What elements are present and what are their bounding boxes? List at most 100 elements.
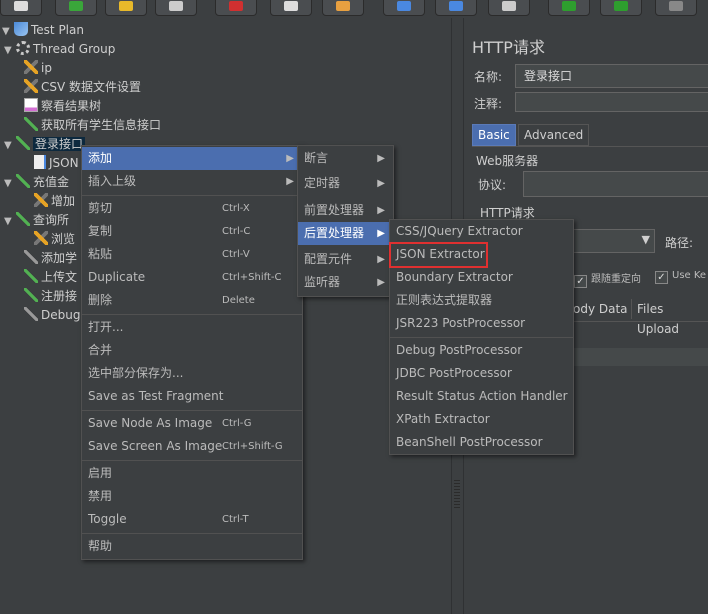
menu-item-enable[interactable]: 启用 bbox=[82, 462, 302, 485]
use-keepalive-checkbox[interactable]: ✓ Use Ke bbox=[655, 270, 706, 284]
path-label: 路径: bbox=[665, 236, 694, 250]
name-label: 名称: bbox=[474, 70, 503, 84]
menu-item-delete[interactable]: 删除 Delete bbox=[82, 289, 302, 312]
pipette-icon bbox=[24, 269, 38, 283]
comment-label: 注释: bbox=[474, 97, 503, 111]
menu-item-open[interactable]: 打开... bbox=[82, 316, 302, 339]
menu-item-jdbc-postprocessor[interactable]: JDBC PostProcessor bbox=[390, 362, 573, 385]
pipette-icon bbox=[16, 136, 30, 150]
menu-item-xpath-extractor[interactable]: XPath Extractor bbox=[390, 408, 573, 431]
menu-item-cut[interactable]: 剪切 Ctrl-X bbox=[82, 197, 302, 220]
menu-item-paste[interactable]: 粘贴 Ctrl-V bbox=[82, 243, 302, 266]
check-icon: ✓ bbox=[574, 275, 587, 288]
pipette-icon bbox=[16, 174, 30, 188]
chart-icon bbox=[24, 98, 38, 112]
tree-item-csv[interactable]: CSV 数据文件设置 bbox=[24, 78, 141, 97]
tree-item-login[interactable]: ▼ 登录接口 bbox=[4, 135, 86, 154]
tab-advanced[interactable]: Advanced bbox=[518, 124, 590, 146]
copy-button[interactable] bbox=[270, 0, 312, 16]
menu-item-save-fragment[interactable]: Save as Test Fragment bbox=[82, 385, 302, 408]
collapse-button[interactable] bbox=[435, 0, 477, 16]
stop-button[interactable] bbox=[655, 0, 697, 16]
splitter-grip[interactable] bbox=[454, 480, 460, 510]
open-button[interactable] bbox=[105, 0, 147, 16]
tab-files-upload[interactable]: Files Upload bbox=[631, 299, 708, 336]
menu-item-boundary-extractor[interactable]: Boundary Extractor bbox=[390, 266, 573, 289]
menu-item-css-jquery-extractor[interactable]: CSS/JQuery Extractor bbox=[390, 220, 573, 243]
separator bbox=[82, 314, 302, 315]
menu-item-save-selection[interactable]: 选中部分保存为... bbox=[82, 362, 302, 385]
tree-item-test-plan[interactable]: ▼ Test Plan bbox=[2, 21, 84, 40]
menu-item-copy[interactable]: 复制 Ctrl-C bbox=[82, 220, 302, 243]
menu-item-duplicate[interactable]: Duplicate Ctrl+Shift-C bbox=[82, 266, 302, 289]
method-select[interactable]: ▼ bbox=[573, 229, 655, 253]
start-no-pause-button[interactable] bbox=[600, 0, 642, 16]
tree-item-json[interactable]: JSON bbox=[34, 154, 79, 173]
post-processor-submenu: CSS/JQuery Extractor JSON Extractor Boun… bbox=[389, 219, 574, 455]
new-button[interactable] bbox=[0, 0, 42, 16]
chevron-right-icon: ▶ bbox=[377, 228, 385, 239]
start-button[interactable] bbox=[548, 0, 590, 16]
menu-item-pre-processors[interactable]: 前置处理器 ▶ bbox=[298, 199, 393, 222]
flask-icon bbox=[14, 22, 28, 36]
comment-field[interactable] bbox=[515, 92, 708, 112]
tree-item-browse[interactable]: 浏览 bbox=[34, 230, 75, 249]
toolbar bbox=[0, 0, 708, 18]
menu-item-disable[interactable]: 禁用 bbox=[82, 485, 302, 508]
cut-button[interactable] bbox=[215, 0, 257, 16]
tab-body-data[interactable]: ody Data bbox=[568, 299, 633, 319]
tree-item-register[interactable]: 注册接 bbox=[24, 287, 77, 306]
toggle-button[interactable] bbox=[488, 0, 530, 16]
templates-button[interactable] bbox=[55, 0, 97, 16]
tree-item-add[interactable]: 增加 bbox=[34, 192, 75, 211]
panel-title: HTTP请求 bbox=[472, 38, 545, 57]
separator bbox=[390, 337, 573, 338]
expand-button[interactable] bbox=[383, 0, 425, 16]
table-header bbox=[568, 348, 708, 366]
tree-item-ip[interactable]: ip bbox=[24, 59, 52, 78]
wrench-icon bbox=[24, 60, 38, 74]
menu-item-config-elements[interactable]: 配置元件 ▶ bbox=[298, 248, 393, 271]
add-submenu: 断言 ▶ 定时器 ▶ 前置处理器 ▶ 后置处理器 ▶ 配置元件 ▶ 监听器 ▶ bbox=[297, 145, 394, 297]
follow-redirect-checkbox[interactable]: ✓ 跟随重定向 bbox=[574, 270, 641, 288]
menu-item-result-status-handler[interactable]: Result Status Action Handler bbox=[390, 385, 573, 408]
menu-item-timers[interactable]: 定时器 ▶ bbox=[298, 172, 393, 195]
web-server-label: Web服务器 bbox=[476, 154, 539, 168]
menu-item-json-extractor[interactable]: JSON Extractor bbox=[390, 243, 573, 266]
tree-item-thread-group[interactable]: ▼ Thread Group bbox=[4, 40, 115, 59]
tree-item-results-tree[interactable]: 察看结果树 bbox=[24, 97, 101, 116]
tree-item-recharge[interactable]: ▼ 充值金 bbox=[4, 173, 69, 192]
tree-item-get-students[interactable]: 获取所有学生信息接口 bbox=[24, 116, 161, 135]
menu-item-insert-parent[interactable]: 插入上级 ▶ bbox=[82, 170, 302, 193]
chevron-right-icon: ▶ bbox=[377, 178, 385, 189]
menu-item-listeners[interactable]: 监听器 ▶ bbox=[298, 271, 393, 294]
paste-button[interactable] bbox=[322, 0, 364, 16]
menu-item-regex-extractor[interactable]: 正则表达式提取器 bbox=[390, 289, 573, 312]
menu-item-post-processors[interactable]: 后置处理器 ▶ bbox=[298, 222, 393, 245]
body-tab-strip: ody Data Files Upload bbox=[568, 299, 708, 336]
tree-item-query[interactable]: ▼ 查询所 bbox=[4, 211, 69, 230]
menu-item-save-screen-image[interactable]: Save Screen As Image Ctrl+Shift-G bbox=[82, 435, 302, 458]
chevron-down-icon: ▼ bbox=[641, 233, 650, 246]
menu-item-beanshell-postprocessor[interactable]: BeanShell PostProcessor bbox=[390, 431, 573, 454]
tree-item-add-student[interactable]: 添加学 bbox=[24, 249, 77, 268]
name-field[interactable]: 登录接口 bbox=[515, 64, 708, 88]
menu-item-jsr223-postprocessor[interactable]: JSR223 PostProcessor bbox=[390, 312, 573, 335]
separator bbox=[82, 195, 302, 196]
menu-item-merge[interactable]: 合并 bbox=[82, 339, 302, 362]
tree-item-upload[interactable]: 上传文 bbox=[24, 268, 77, 287]
menu-item-debug-postprocessor[interactable]: Debug PostProcessor bbox=[390, 339, 573, 362]
chevron-right-icon: ▶ bbox=[377, 153, 385, 164]
menu-item-assertions[interactable]: 断言 ▶ bbox=[298, 147, 393, 170]
menu-item-toggle[interactable]: Toggle Ctrl-T bbox=[82, 508, 302, 531]
pipette-icon bbox=[24, 250, 38, 264]
menu-item-help[interactable]: 帮助 bbox=[82, 535, 302, 558]
chevron-right-icon: ▶ bbox=[286, 176, 294, 187]
menu-item-add[interactable]: 添加 ▶ bbox=[82, 147, 302, 170]
tab-basic[interactable]: Basic bbox=[472, 124, 516, 146]
tree-item-debug[interactable]: Debug bbox=[24, 306, 80, 325]
save-button[interactable] bbox=[155, 0, 197, 16]
protocol-field[interactable] bbox=[523, 171, 708, 197]
menu-item-save-node-image[interactable]: Save Node As Image Ctrl-G bbox=[82, 412, 302, 435]
separator bbox=[82, 533, 302, 534]
